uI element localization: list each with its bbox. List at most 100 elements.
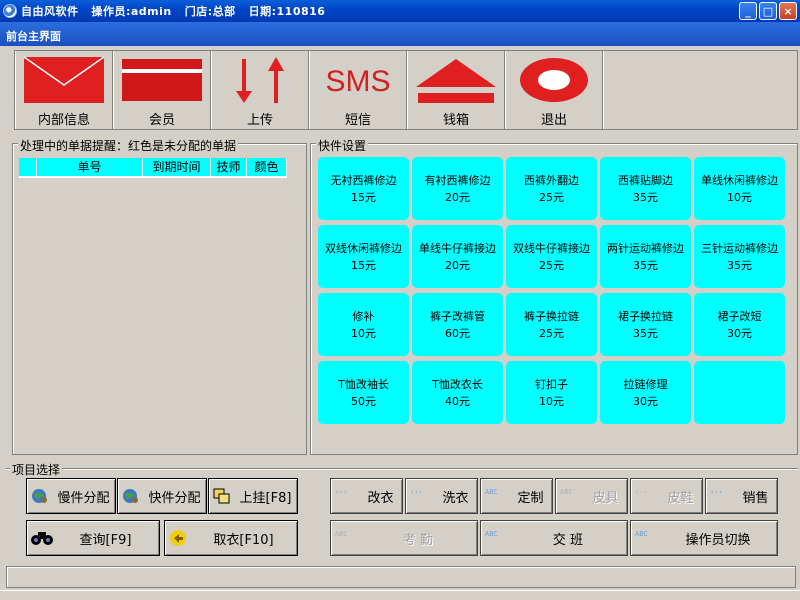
app-icon — [3, 4, 17, 18]
express-tile[interactable]: 双线牛仔裤接边 25元 — [506, 225, 597, 288]
leather-goods-button[interactable]: ABC 皮具 — [555, 478, 628, 514]
attendance-button[interactable]: ABC 考 勤 — [330, 520, 478, 556]
tile-price: 60元 — [445, 326, 470, 340]
title-bar: 自由风软件 操作员:admin 门店:总部 日期:110816 _ □ × — [0, 0, 800, 22]
tile-price: 15元 — [351, 258, 376, 272]
express-settings-title: 快件设置 — [316, 137, 369, 154]
switch-operator-button[interactable]: ABC 操作员切换 — [630, 520, 778, 556]
leather-shoes-label: 皮鞋 — [667, 490, 694, 506]
internal-info-button[interactable]: 内部信息 — [15, 51, 113, 129]
express-tile[interactable]: 无衬西裤修边 15元 — [318, 157, 409, 220]
express-tile[interactable]: 单线休闲裤修边 10元 — [694, 157, 785, 220]
column-technician[interactable]: 技师 — [211, 158, 247, 178]
leather-shoes-button[interactable]: ››› 皮鞋 — [630, 478, 703, 514]
express-tile[interactable]: 修补 10元 — [318, 293, 409, 356]
express-tile[interactable]: 三针运动裤修边 35元 — [694, 225, 785, 288]
column-order-no[interactable]: 单号 — [37, 158, 143, 178]
window-title: 自由风软件 操作员:admin 门店:总部 日期:110816 — [21, 5, 326, 18]
tile-name: 单线休闲裤修边 — [701, 173, 778, 187]
express-tile[interactable]: 有衬西裤修边 20元 — [412, 157, 503, 220]
tile-name: 无衬西裤修边 — [330, 173, 397, 187]
tile-price: 35元 — [633, 258, 658, 272]
express-tile[interactable]: 西裤外翻边 25元 — [506, 157, 597, 220]
tile-name: 钉扣子 — [535, 377, 568, 391]
alter-label: 改衣 — [367, 490, 394, 506]
tile-name: 裤子换拉链 — [524, 309, 579, 323]
express-tile[interactable]: 裤子换拉链 25元 — [506, 293, 597, 356]
express-tile[interactable]: 裙子换拉链 35元 — [600, 293, 691, 356]
column-color[interactable]: 颜色 — [247, 158, 287, 178]
sales-button[interactable]: ››› 销售 — [705, 478, 778, 514]
tile-name: 拉链修理 — [623, 377, 668, 391]
alter-button[interactable]: ››› 改衣 — [330, 478, 403, 514]
express-tile-empty[interactable] — [694, 361, 785, 424]
tile-name: 单线牛仔裤接边 — [419, 241, 496, 255]
custom-button[interactable]: ABC 定制 — [480, 478, 553, 514]
express-tile[interactable]: 钉扣子 10元 — [506, 361, 597, 424]
express-tile[interactable]: T恤改衣长 40元 — [412, 361, 503, 424]
tile-price: 35元 — [633, 190, 658, 204]
maximize-button[interactable]: □ — [759, 2, 777, 20]
internal-info-label: 内部信息 — [37, 113, 90, 128]
express-tile[interactable]: 双线休闲裤修边 15元 — [318, 225, 409, 288]
minimize-button[interactable]: _ — [739, 2, 757, 20]
abc-icon: ABC — [485, 530, 498, 538]
pickup-f10-label: 取衣[F10] — [213, 532, 274, 548]
sms-button[interactable]: SMS 短信 — [309, 51, 407, 129]
close-button[interactable]: × — [779, 2, 797, 20]
pending-orders-title: 处理中的单据提醒：红色是未分配的单据 — [18, 137, 239, 154]
slow-assign-button[interactable]: 慢件分配 — [26, 478, 116, 514]
binoculars-icon — [31, 529, 53, 547]
sms-label: 短信 — [344, 113, 371, 128]
pickup-f10-button[interactable]: 取衣[F10] — [164, 520, 298, 556]
express-tile[interactable]: 两针运动裤修边 35元 — [600, 225, 691, 288]
express-tile[interactable]: 裙子改短 30元 — [694, 293, 785, 356]
fast-assign-button[interactable]: 快件分配 — [117, 478, 207, 514]
express-tile[interactable]: 裤子改裤管 60元 — [412, 293, 503, 356]
abc-icon: ABC — [635, 530, 648, 538]
handover-button[interactable]: ABC 交 班 — [480, 520, 628, 556]
yellow-hand-icon — [169, 529, 187, 547]
tile-name: 裙子换拉链 — [618, 309, 673, 323]
tile-name: 三针运动裤修边 — [701, 241, 778, 255]
tile-name: 修补 — [352, 309, 375, 323]
windows-icon — [213, 487, 231, 505]
exit-button[interactable]: 退出 — [505, 51, 603, 129]
pending-orders-header: 单号 到期时间 技师 颜色 — [19, 158, 287, 178]
eject-icon — [414, 55, 498, 105]
tile-name: 西裤外翻边 — [524, 173, 579, 187]
status-bar — [6, 566, 796, 588]
tile-price: 30元 — [727, 326, 752, 340]
member-button[interactable]: 会员 — [113, 51, 211, 129]
globe-user-icon — [31, 487, 49, 505]
exit-ring-icon — [512, 55, 596, 105]
query-f9-button[interactable]: 查询[F9] — [26, 520, 160, 556]
row-indicator-header — [19, 158, 37, 178]
cashbox-label: 钱箱 — [442, 113, 469, 128]
project-selection-title: 项目选择 — [10, 461, 63, 478]
hang-f8-button[interactable]: 上挂[F8] — [208, 478, 298, 514]
wash-button[interactable]: ››› 洗衣 — [405, 478, 478, 514]
tile-price: 35元 — [633, 326, 658, 340]
hang-f8-label: 上挂[F8] — [239, 490, 292, 506]
up-down-arrows-icon — [218, 55, 302, 105]
main-toolbar: 内部信息 会员 上传 SMS 短信 钱箱 退出 — [14, 50, 798, 130]
upload-button[interactable]: 上传 — [211, 51, 309, 129]
express-tile[interactable]: 拉链修理 30元 — [600, 361, 691, 424]
form-caption: 前台主界面 — [0, 22, 800, 46]
express-tile[interactable]: 单线牛仔裤接边 20元 — [412, 225, 503, 288]
tile-price: 20元 — [445, 258, 470, 272]
express-tile[interactable]: T恤改袖长 50元 — [318, 361, 409, 424]
tile-price: 30元 — [633, 394, 658, 408]
tile-name: 双线牛仔裤接边 — [513, 241, 590, 255]
tile-name: 裤子改裤管 — [430, 309, 485, 323]
cashbox-button[interactable]: 钱箱 — [407, 51, 505, 129]
column-due-time[interactable]: 到期时间 — [143, 158, 211, 178]
wash-label: 洗衣 — [442, 490, 469, 506]
bottom-edge — [0, 590, 800, 600]
express-tile[interactable]: 西裤贴脚边 35元 — [600, 157, 691, 220]
pending-orders-panel: 处理中的单据提醒：红色是未分配的单据 单号 到期时间 技师 颜色 — [12, 137, 307, 455]
attendance-label: 考 勤 — [402, 532, 434, 548]
tile-price: 50元 — [351, 394, 376, 408]
handover-label: 交 班 — [552, 532, 584, 548]
